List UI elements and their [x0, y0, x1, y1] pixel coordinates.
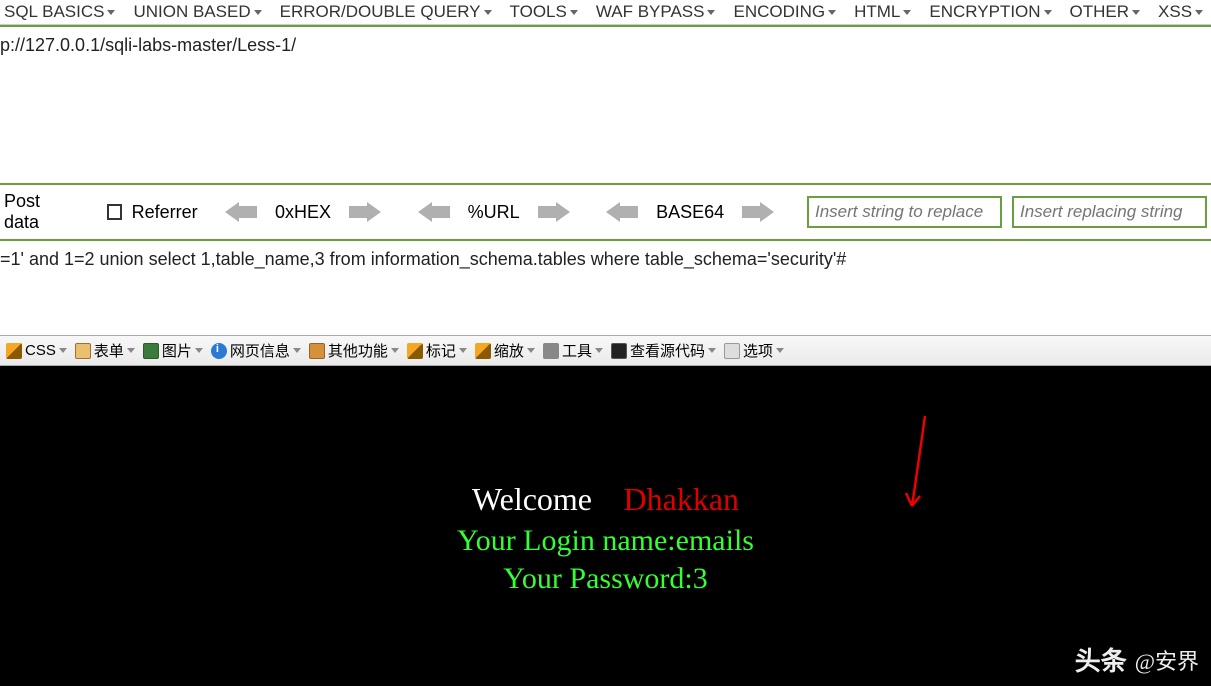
pencil-icon [475, 343, 491, 359]
url-encode-button[interactable] [538, 202, 570, 222]
chevron-down-icon [195, 348, 203, 353]
dev-pageinfo-menu[interactable]: 网页信息 [211, 340, 301, 361]
image-icon [143, 343, 159, 359]
hex-label: 0xHEX [275, 202, 331, 223]
dev-viewsource-menu[interactable]: 查看源代码 [611, 340, 716, 361]
clipboard-icon [75, 343, 91, 359]
dev-other-menu[interactable]: 其他功能 [309, 340, 399, 361]
menu-tools[interactable]: TOOLS [510, 2, 578, 22]
chevron-down-icon [293, 348, 301, 353]
menu-waf-bypass[interactable]: WAF BYPASS [596, 2, 716, 22]
password-line: Your Password:3 [0, 562, 1211, 596]
page-content: Welcome Dhakkan Your Login name:emails Y… [0, 366, 1211, 686]
menu-other[interactable]: OTHER [1070, 2, 1141, 22]
query-input-area[interactable]: =1' and 1=2 union select 1,table_name,3 … [0, 239, 1211, 335]
chevron-down-icon [391, 348, 399, 353]
query-text: =1' and 1=2 union select 1,table_name,3 … [0, 249, 846, 269]
hex-decode-button[interactable] [225, 202, 257, 222]
watermark: 头条 @安界 [1075, 641, 1199, 678]
chevron-down-icon [527, 348, 535, 353]
pencil-icon [6, 343, 22, 359]
dev-options-menu[interactable]: 选项 [724, 340, 784, 361]
chevron-down-icon [828, 10, 836, 15]
url-label: %URL [468, 202, 520, 223]
base64-decode-button[interactable] [606, 202, 638, 222]
dev-images-menu[interactable]: 图片 [143, 340, 203, 361]
watermark-handle: @安界 [1135, 644, 1199, 676]
base64-label: BASE64 [656, 202, 724, 223]
hex-encode-button[interactable] [349, 202, 381, 222]
chevron-down-icon [107, 10, 115, 15]
controls-bar: Post data Referrer 0xHEX %URL BASE64 [0, 183, 1211, 239]
menu-xss[interactable]: XSS [1158, 2, 1203, 22]
chevron-down-icon [708, 348, 716, 353]
developer-toolbar: CSS 表单 图片 网页信息 其他功能 标记 缩放 工具 查看源代码 选项 [0, 335, 1211, 366]
url-decode-button[interactable] [418, 202, 450, 222]
dev-css-menu[interactable]: CSS [6, 342, 67, 359]
chevron-down-icon [1195, 10, 1203, 15]
wrench-icon [543, 343, 559, 359]
referrer-checkbox[interactable] [107, 204, 122, 220]
referrer-label: Referrer [132, 202, 198, 223]
post-data-label: Post data [4, 191, 74, 233]
welcome-text: Welcome [472, 481, 592, 517]
dev-forms-menu[interactable]: 表单 [75, 340, 135, 361]
chevron-down-icon [903, 10, 911, 15]
chevron-down-icon [484, 10, 492, 15]
pencil-icon [407, 343, 423, 359]
menu-union-based[interactable]: UNION BASED [133, 2, 261, 22]
watermark-brand: 头条 [1075, 641, 1127, 678]
chevron-down-icon [1044, 10, 1052, 15]
info-icon [211, 343, 227, 359]
replace-from-input[interactable] [807, 196, 1002, 228]
menu-html[interactable]: HTML [854, 2, 911, 22]
dev-tools-menu[interactable]: 工具 [543, 340, 603, 361]
menu-sql-basics[interactable]: SQL BASICS [4, 2, 115, 22]
chevron-down-icon [254, 10, 262, 15]
replace-to-input[interactable] [1012, 196, 1207, 228]
menu-error-double-query[interactable]: ERROR/DOUBLE QUERY [280, 2, 492, 22]
menu-encryption[interactable]: ENCRYPTION [929, 2, 1051, 22]
chevron-down-icon [776, 348, 784, 353]
terminal-icon [611, 343, 627, 359]
url-text: p://127.0.0.1/sqli-labs-master/Less-1/ [0, 35, 296, 55]
dev-zoom-menu[interactable]: 缩放 [475, 340, 535, 361]
chevron-down-icon [459, 348, 467, 353]
top-menu-bar: SQL BASICS UNION BASED ERROR/DOUBLE QUER… [0, 0, 1211, 25]
chevron-down-icon [570, 10, 578, 15]
chevron-down-icon [59, 348, 67, 353]
dev-mark-menu[interactable]: 标记 [407, 340, 467, 361]
url-bar[interactable]: p://127.0.0.1/sqli-labs-master/Less-1/ [0, 25, 1211, 183]
dhakkan-text: Dhakkan [624, 481, 740, 517]
chevron-down-icon [127, 348, 135, 353]
login-name-line: Your Login name:emails [0, 524, 1211, 558]
gear-icon [724, 343, 740, 359]
chevron-down-icon [707, 10, 715, 15]
chevron-down-icon [595, 348, 603, 353]
base64-encode-button[interactable] [742, 202, 774, 222]
book-icon [309, 343, 325, 359]
chevron-down-icon [1132, 10, 1140, 15]
menu-encoding[interactable]: ENCODING [733, 2, 836, 22]
